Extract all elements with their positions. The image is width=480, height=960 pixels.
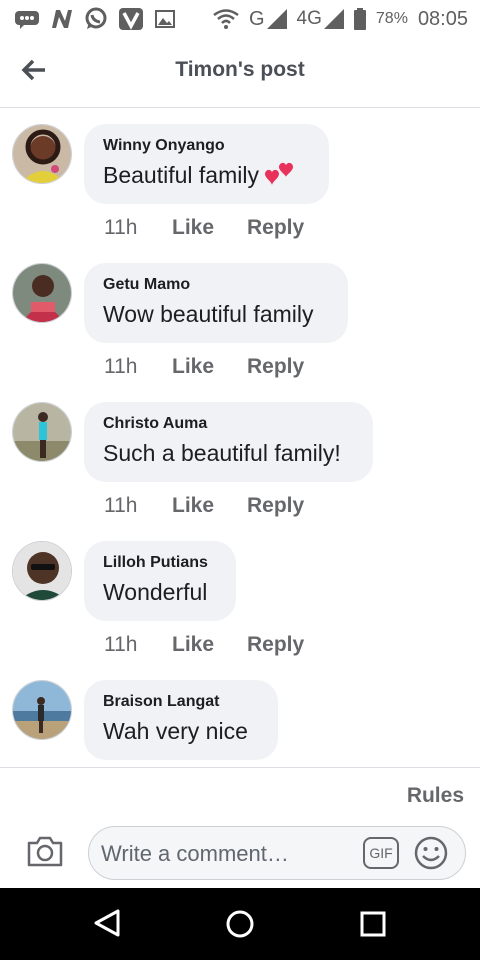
- comment-bubble[interactable]: Christo Auma Such a beautiful family!: [84, 402, 373, 482]
- nav-recents-icon[interactable]: [360, 911, 386, 942]
- image-icon: [154, 9, 176, 29]
- like-button[interactable]: Like: [172, 355, 247, 379]
- comment-composer: GIF: [88, 826, 466, 880]
- whatsapp-icon: [84, 7, 108, 31]
- reply-button[interactable]: Reply: [247, 355, 304, 379]
- comments-list[interactable]: Winny Onyango Beautiful family 11h Like …: [0, 108, 480, 768]
- comment-bubble[interactable]: Lilloh Putians Wonderful: [84, 541, 236, 621]
- post-header: Timon's post: [0, 38, 480, 108]
- battery-percent: 78%: [375, 10, 408, 27]
- comment-author[interactable]: Christo Auma: [103, 414, 353, 434]
- comment-author[interactable]: Lilloh Putians: [103, 553, 216, 573]
- comment-time: 11h: [104, 355, 138, 378]
- comment-time: 11h: [104, 494, 138, 517]
- n-app-icon: [50, 8, 74, 30]
- avatar[interactable]: [12, 263, 72, 323]
- comment-item: Christo Auma Such a beautiful family! 11…: [0, 386, 480, 525]
- emoji-icon[interactable]: [413, 835, 449, 871]
- comment-actions: 11h Like Reply: [104, 216, 304, 240]
- avatar[interactable]: [12, 124, 72, 184]
- comment-author[interactable]: Braison Langat: [103, 692, 258, 712]
- avatar[interactable]: [12, 402, 72, 462]
- comment-actions: 11h Like Reply: [104, 494, 304, 518]
- system-nav-bar: [0, 888, 480, 960]
- system-status: G 4G 78% 08:05: [213, 8, 468, 31]
- notification-icons: [14, 7, 176, 31]
- comment-actions: 11h Like Reply: [104, 355, 304, 379]
- comment-item: Getu Mamo Wow beautiful family 11h Like …: [0, 247, 480, 386]
- signal-1: G: [249, 8, 287, 31]
- composer-divider: [0, 767, 480, 768]
- network-type-1: G: [248, 7, 265, 30]
- comment-item: Winny Onyango Beautiful family 11h Like …: [0, 108, 480, 247]
- signal-icon: [266, 9, 287, 29]
- status-bar: G 4G 78% 08:05: [0, 0, 480, 38]
- rules-link[interactable]: Rules: [407, 784, 464, 808]
- signal-icon: [323, 9, 344, 29]
- wifi-icon: [213, 9, 239, 29]
- signal-2: 4G: [297, 8, 344, 30]
- comment-actions: 11h Like Reply: [104, 633, 304, 657]
- avatar[interactable]: [12, 680, 72, 740]
- comment-bubble[interactable]: Winny Onyango Beautiful family: [84, 124, 329, 204]
- comment-item: Braison Langat Wah very nice: [0, 664, 480, 768]
- comment-text: Beautiful family: [103, 162, 259, 188]
- comment-input[interactable]: [99, 835, 358, 873]
- comment-bubble[interactable]: Getu Mamo Wow beautiful family: [84, 263, 348, 343]
- nav-back-icon[interactable]: [92, 908, 122, 943]
- comment-time: 11h: [104, 633, 138, 656]
- comment-bubble[interactable]: Braison Langat Wah very nice: [84, 680, 278, 760]
- reply-button[interactable]: Reply: [247, 216, 304, 240]
- clock: 08:05: [417, 7, 468, 30]
- gif-button[interactable]: GIF: [363, 837, 399, 869]
- two-hearts-emoji-icon: [263, 160, 293, 193]
- comment-text: Such a beautiful family!: [103, 440, 341, 466]
- nav-home-icon[interactable]: [225, 909, 255, 944]
- v-app-icon: [118, 7, 144, 31]
- reply-button[interactable]: Reply: [247, 633, 304, 657]
- reply-button[interactable]: Reply: [247, 494, 304, 518]
- network-type-2: 4G: [296, 8, 322, 29]
- comment-item: Lilloh Putians Wonderful 11h Like Reply: [0, 525, 480, 664]
- like-button[interactable]: Like: [172, 633, 247, 657]
- comment-time: 11h: [104, 216, 138, 239]
- message-icon: [14, 9, 40, 29]
- camera-icon[interactable]: [26, 834, 64, 868]
- page-title: Timon's post: [175, 58, 305, 81]
- comment-text: Wonderful: [103, 579, 208, 605]
- avatar[interactable]: [12, 541, 72, 601]
- battery-icon: [353, 8, 366, 30]
- like-button[interactable]: Like: [172, 216, 247, 240]
- comment-text: Wow beautiful family: [103, 301, 314, 327]
- comment-author[interactable]: Getu Mamo: [103, 275, 328, 295]
- like-button[interactable]: Like: [172, 494, 247, 518]
- comment-author[interactable]: Winny Onyango: [103, 136, 309, 156]
- comment-text: Wah very nice: [103, 718, 248, 744]
